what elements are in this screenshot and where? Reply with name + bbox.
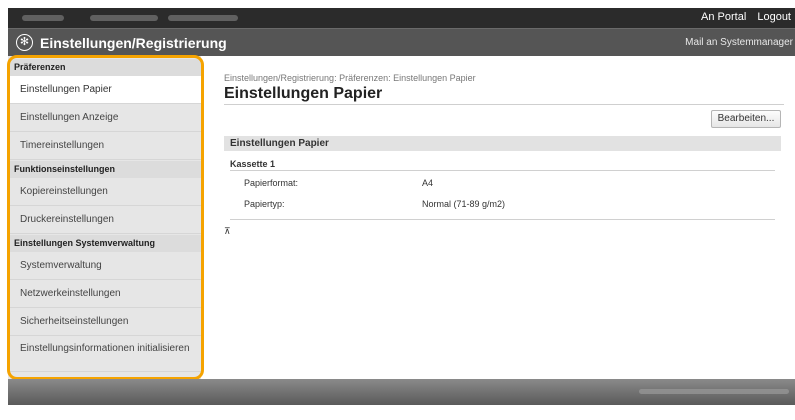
sidebar-item-timereinstellungen[interactable]: Timereinstellungen xyxy=(8,132,201,160)
divider xyxy=(230,170,775,171)
breadcrumb: Einstellungen/Registrierung: Präferenzen… xyxy=(224,73,476,83)
section-header: Einstellungen Papier xyxy=(224,136,781,151)
cassette-heading: Kassette 1 xyxy=(230,159,276,169)
app-title: Einstellungen/Registrierung xyxy=(40,35,227,51)
main-content: Einstellungen/Registrierung: Präferenzen… xyxy=(204,56,795,379)
top-bar: An Portal Logout xyxy=(8,8,795,28)
sidebar-item-einstellungsinformationen-initialisieren[interactable]: Einstellungsinformationen initialisieren xyxy=(8,336,201,372)
sidebar-heading-funktionseinstellungen: Funktionseinstellungen xyxy=(8,161,201,178)
paper-type-label: Papiertyp: xyxy=(244,199,285,209)
page-title: Einstellungen Papier xyxy=(224,85,383,102)
title-bar: ✻ Einstellungen/Registrierung Mail an Sy… xyxy=(8,28,795,56)
sidebar-item-systemverwaltung[interactable]: Systemverwaltung xyxy=(8,252,201,280)
sidebar-item-sicherheitseinstellungen[interactable]: Sicherheitseinstellungen xyxy=(8,308,201,336)
sidebar-item-druckereinstellungen[interactable]: Druckereinstellungen xyxy=(8,206,201,234)
sidebar: Präferenzen Einstellungen Papier Einstel… xyxy=(8,56,201,379)
sidebar-heading-praeferenzen: Präferenzen xyxy=(8,59,201,76)
blurred-text xyxy=(22,15,64,21)
paper-size-value: A4 xyxy=(422,178,434,188)
portal-link[interactable]: An Portal xyxy=(701,11,746,23)
top-links: An Portal Logout xyxy=(693,11,791,23)
sidebar-item-einstellungen-papier[interactable]: Einstellungen Papier xyxy=(8,76,201,104)
logout-link[interactable]: Logout xyxy=(757,11,791,23)
mail-systemmanager-link[interactable]: Mail an Systemmanager xyxy=(685,37,793,48)
edit-button[interactable]: Bearbeiten... xyxy=(711,110,781,128)
blurred-copyright xyxy=(639,389,789,394)
blurred-text xyxy=(168,15,238,21)
sidebar-item-kopiereinstellungen[interactable]: Kopiereinstellungen xyxy=(8,178,201,206)
sidebar-item-netzwerkeinstellungen[interactable]: Netzwerkeinstellungen xyxy=(8,280,201,308)
sidebar-item-einstellungen-anzeige[interactable]: Einstellungen Anzeige xyxy=(8,104,201,132)
sidebar-heading-systemverwaltung: Einstellungen Systemverwaltung xyxy=(8,235,201,252)
paper-type-value: Normal (71-89 g/m2) xyxy=(422,199,506,209)
paper-size-label: Papierformat: xyxy=(244,178,299,188)
settings-logo-icon: ✻ xyxy=(16,34,33,51)
back-to-top-icon[interactable]: ⊼ xyxy=(224,226,231,237)
divider xyxy=(230,219,775,220)
divider xyxy=(224,104,784,105)
footer-bar xyxy=(8,379,795,405)
blurred-text xyxy=(90,15,158,21)
